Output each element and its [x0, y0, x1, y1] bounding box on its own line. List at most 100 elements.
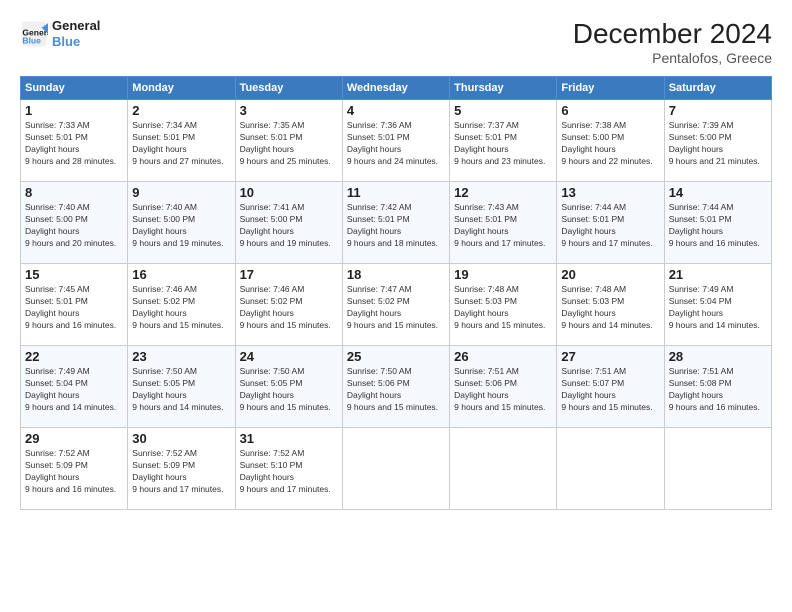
day-info: Sunrise: 7:50 AM Sunset: 5:05 PM Dayligh…: [240, 366, 338, 414]
daylight-label: Daylight hours: [669, 144, 723, 154]
sunset-label: Sunset: 5:08 PM: [669, 378, 732, 388]
daylight-value: 9 hours and 15 minutes.: [454, 320, 545, 330]
daylight-value: 9 hours and 17 minutes.: [240, 484, 331, 494]
day-number: 26: [454, 349, 552, 364]
daylight-label: Daylight hours: [561, 144, 615, 154]
sunrise-label: Sunrise: 7:33 AM: [25, 120, 90, 130]
sunset-label: Sunset: 5:04 PM: [669, 296, 732, 306]
calendar-cell: 12 Sunrise: 7:43 AM Sunset: 5:01 PM Dayl…: [450, 182, 557, 264]
daylight-label: Daylight hours: [240, 390, 294, 400]
sunrise-label: Sunrise: 7:49 AM: [25, 366, 90, 376]
day-number: 25: [347, 349, 445, 364]
calendar-cell: 27 Sunrise: 7:51 AM Sunset: 5:07 PM Dayl…: [557, 346, 664, 428]
sunrise-label: Sunrise: 7:46 AM: [240, 284, 305, 294]
daylight-label: Daylight hours: [132, 472, 186, 482]
col-thursday: Thursday: [450, 77, 557, 100]
calendar-cell: 7 Sunrise: 7:39 AM Sunset: 5:00 PM Dayli…: [664, 100, 771, 182]
day-number: 12: [454, 185, 552, 200]
sunrise-label: Sunrise: 7:51 AM: [561, 366, 626, 376]
col-saturday: Saturday: [664, 77, 771, 100]
sunset-label: Sunset: 5:06 PM: [454, 378, 517, 388]
sunset-label: Sunset: 5:01 PM: [240, 132, 303, 142]
week-row-3: 15 Sunrise: 7:45 AM Sunset: 5:01 PM Dayl…: [21, 264, 772, 346]
sunrise-label: Sunrise: 7:36 AM: [347, 120, 412, 130]
daylight-value: 9 hours and 19 minutes.: [132, 238, 223, 248]
header: General Blue General Blue December 2024 …: [20, 18, 772, 66]
daylight-label: Daylight hours: [240, 144, 294, 154]
daylight-value: 9 hours and 17 minutes.: [561, 238, 652, 248]
sunrise-label: Sunrise: 7:48 AM: [454, 284, 519, 294]
daylight-value: 9 hours and 15 minutes.: [240, 402, 331, 412]
day-info: Sunrise: 7:40 AM Sunset: 5:00 PM Dayligh…: [132, 202, 230, 250]
day-info: Sunrise: 7:51 AM Sunset: 5:08 PM Dayligh…: [669, 366, 767, 414]
calendar-cell: 14 Sunrise: 7:44 AM Sunset: 5:01 PM Dayl…: [664, 182, 771, 264]
sunset-label: Sunset: 5:01 PM: [561, 214, 624, 224]
daylight-value: 9 hours and 16 minutes.: [669, 238, 760, 248]
day-info: Sunrise: 7:45 AM Sunset: 5:01 PM Dayligh…: [25, 284, 123, 332]
day-number: 22: [25, 349, 123, 364]
col-wednesday: Wednesday: [342, 77, 449, 100]
month-year: December 2024: [573, 18, 772, 50]
sunrise-label: Sunrise: 7:50 AM: [240, 366, 305, 376]
daylight-value: 9 hours and 18 minutes.: [347, 238, 438, 248]
day-number: 1: [25, 103, 123, 118]
day-info: Sunrise: 7:46 AM Sunset: 5:02 PM Dayligh…: [240, 284, 338, 332]
sunrise-label: Sunrise: 7:43 AM: [454, 202, 519, 212]
daylight-value: 9 hours and 16 minutes.: [669, 402, 760, 412]
daylight-value: 9 hours and 27 minutes.: [132, 156, 223, 166]
sunrise-label: Sunrise: 7:51 AM: [454, 366, 519, 376]
day-number: 31: [240, 431, 338, 446]
day-number: 3: [240, 103, 338, 118]
week-row-5: 29 Sunrise: 7:52 AM Sunset: 5:09 PM Dayl…: [21, 428, 772, 510]
sunrise-label: Sunrise: 7:40 AM: [132, 202, 197, 212]
calendar-cell: 8 Sunrise: 7:40 AM Sunset: 5:00 PM Dayli…: [21, 182, 128, 264]
daylight-label: Daylight hours: [240, 226, 294, 236]
daylight-label: Daylight hours: [132, 390, 186, 400]
header-row: Sunday Monday Tuesday Wednesday Thursday…: [21, 77, 772, 100]
col-sunday: Sunday: [21, 77, 128, 100]
sunrise-label: Sunrise: 7:35 AM: [240, 120, 305, 130]
daylight-label: Daylight hours: [669, 390, 723, 400]
day-number: 24: [240, 349, 338, 364]
calendar-cell: 15 Sunrise: 7:45 AM Sunset: 5:01 PM Dayl…: [21, 264, 128, 346]
svg-text:Blue: Blue: [22, 35, 41, 45]
calendar-cell: [557, 428, 664, 510]
sunrise-label: Sunrise: 7:45 AM: [25, 284, 90, 294]
daylight-label: Daylight hours: [240, 308, 294, 318]
sunrise-label: Sunrise: 7:38 AM: [561, 120, 626, 130]
day-number: 14: [669, 185, 767, 200]
calendar-cell: 6 Sunrise: 7:38 AM Sunset: 5:00 PM Dayli…: [557, 100, 664, 182]
day-number: 30: [132, 431, 230, 446]
daylight-label: Daylight hours: [561, 226, 615, 236]
sunset-label: Sunset: 5:07 PM: [561, 378, 624, 388]
daylight-value: 9 hours and 14 minutes.: [25, 402, 116, 412]
sunrise-label: Sunrise: 7:52 AM: [25, 448, 90, 458]
sunset-label: Sunset: 5:00 PM: [669, 132, 732, 142]
daylight-value: 9 hours and 14 minutes.: [132, 402, 223, 412]
calendar-cell: 21 Sunrise: 7:49 AM Sunset: 5:04 PM Dayl…: [664, 264, 771, 346]
calendar-cell: 17 Sunrise: 7:46 AM Sunset: 5:02 PM Dayl…: [235, 264, 342, 346]
col-tuesday: Tuesday: [235, 77, 342, 100]
daylight-value: 9 hours and 15 minutes.: [347, 402, 438, 412]
day-info: Sunrise: 7:52 AM Sunset: 5:09 PM Dayligh…: [25, 448, 123, 496]
day-info: Sunrise: 7:41 AM Sunset: 5:00 PM Dayligh…: [240, 202, 338, 250]
sunset-label: Sunset: 5:01 PM: [25, 132, 88, 142]
logo-line1: General: [52, 18, 100, 34]
sunset-label: Sunset: 5:01 PM: [347, 214, 410, 224]
day-info: Sunrise: 7:48 AM Sunset: 5:03 PM Dayligh…: [454, 284, 552, 332]
daylight-label: Daylight hours: [669, 308, 723, 318]
day-number: 21: [669, 267, 767, 282]
sunrise-label: Sunrise: 7:44 AM: [669, 202, 734, 212]
sunrise-label: Sunrise: 7:39 AM: [669, 120, 734, 130]
logo-icon: General Blue: [20, 20, 48, 48]
daylight-label: Daylight hours: [561, 308, 615, 318]
day-info: Sunrise: 7:39 AM Sunset: 5:00 PM Dayligh…: [669, 120, 767, 168]
daylight-label: Daylight hours: [347, 144, 401, 154]
sunset-label: Sunset: 5:01 PM: [454, 132, 517, 142]
sunrise-label: Sunrise: 7:51 AM: [669, 366, 734, 376]
calendar-cell: 23 Sunrise: 7:50 AM Sunset: 5:05 PM Dayl…: [128, 346, 235, 428]
sunrise-label: Sunrise: 7:37 AM: [454, 120, 519, 130]
day-info: Sunrise: 7:49 AM Sunset: 5:04 PM Dayligh…: [669, 284, 767, 332]
calendar-cell: 30 Sunrise: 7:52 AM Sunset: 5:09 PM Dayl…: [128, 428, 235, 510]
calendar-cell: 9 Sunrise: 7:40 AM Sunset: 5:00 PM Dayli…: [128, 182, 235, 264]
